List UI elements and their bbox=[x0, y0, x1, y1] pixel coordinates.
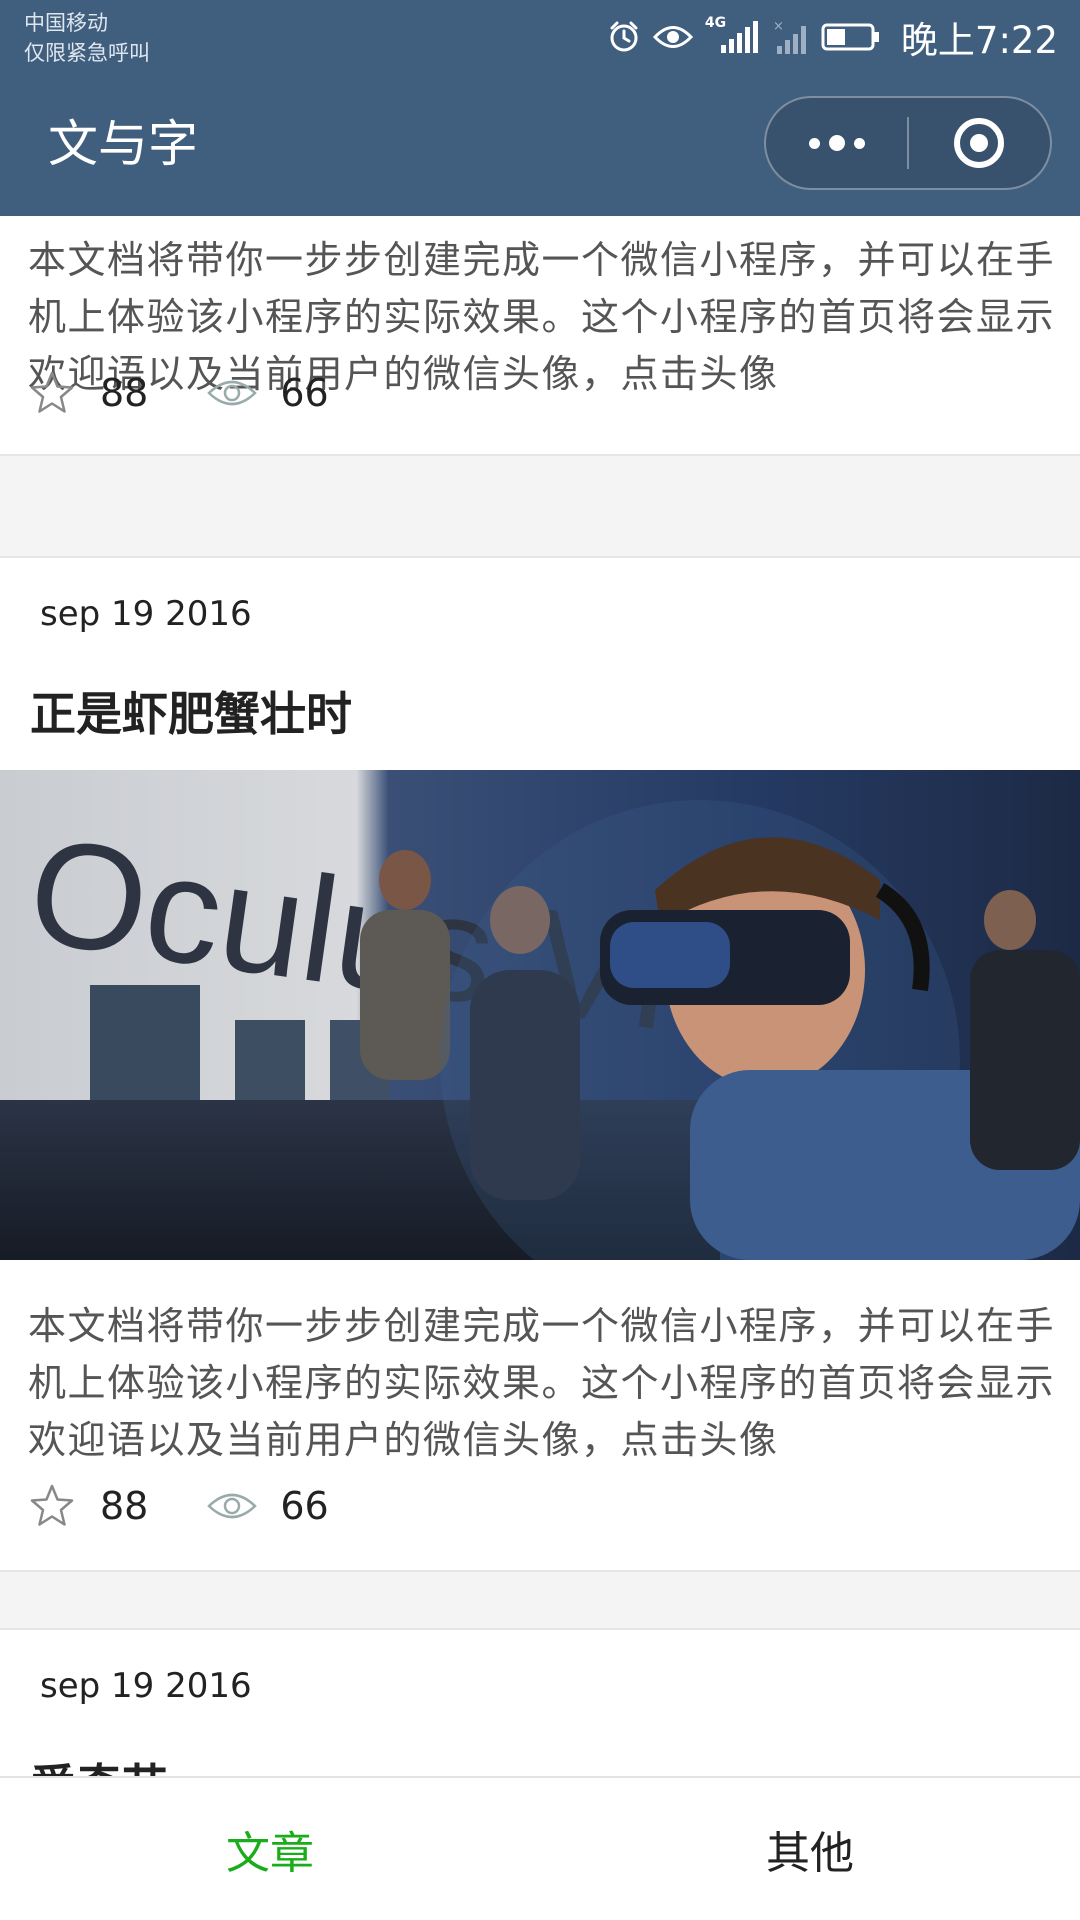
alarm-icon bbox=[610, 21, 638, 52]
signal-icon: 4G bbox=[705, 15, 761, 57]
article-excerpt: 本文档将带你一步步创建完成一个微信小程序，并可以在手机上体验该小程序的实际效果。… bbox=[28, 1304, 1056, 1462]
battery-icon bbox=[821, 23, 879, 51]
more-dots-icon bbox=[808, 135, 865, 151]
clock: 晚上7:22 bbox=[900, 19, 1058, 62]
tab-articles[interactable]: 文章 bbox=[0, 1778, 540, 1920]
miniprogram-capsule bbox=[764, 96, 1052, 190]
article-title: 正是虾肥蟹壮时 bbox=[30, 687, 352, 741]
star-count: 88 bbox=[100, 371, 149, 415]
view-count: 66 bbox=[280, 371, 329, 415]
tab-bar: 文章 其他 bbox=[0, 1776, 1080, 1920]
article-card[interactable]: sep 19 2016 爱奇艺 bbox=[0, 1628, 1080, 1776]
carrier-status: 仅限紧急呼叫 bbox=[24, 41, 150, 65]
tab-other[interactable]: 其他 bbox=[540, 1778, 1080, 1920]
article-date: sep 19 2016 bbox=[40, 1666, 252, 1706]
eye-comfort-icon bbox=[652, 26, 693, 48]
star-icon[interactable] bbox=[28, 369, 76, 417]
article-stats: 88 66 bbox=[28, 363, 329, 423]
signal-no-sim-icon: × bbox=[773, 19, 806, 54]
nav-bar: 文与字 bbox=[0, 74, 1080, 216]
eye-icon bbox=[207, 380, 258, 406]
target-icon bbox=[954, 118, 1005, 168]
article-cover-image[interactable]: Oculus VR bbox=[0, 770, 1080, 1260]
carrier-name: 中国移动 bbox=[24, 11, 108, 35]
more-button[interactable] bbox=[766, 96, 907, 190]
view-count: 66 bbox=[280, 1484, 329, 1528]
eye-icon bbox=[207, 1493, 258, 1519]
star-count: 88 bbox=[100, 1484, 149, 1528]
article-title: 爱奇艺 bbox=[30, 1750, 168, 1776]
close-miniprogram-button[interactable] bbox=[909, 96, 1050, 190]
article-stats: 88 66 bbox=[28, 1476, 329, 1536]
page-title: 文与字 bbox=[48, 115, 198, 173]
article-date: sep 19 2016 bbox=[40, 594, 252, 634]
article-card[interactable]: 本文档将带你一步步创建完成一个微信小程序，并可以在手机上体验该小程序的实际效果。… bbox=[0, 216, 1080, 456]
status-icons: 4G × 晚上7:22 bbox=[607, 10, 1058, 64]
star-icon[interactable] bbox=[28, 1482, 76, 1530]
status-bar: 中国移动 仅限紧急呼叫 4G × 晚上7:22 bbox=[0, 0, 1080, 74]
carrier-info: 中国移动 仅限紧急呼叫 bbox=[24, 8, 150, 68]
article-card[interactable]: sep 19 2016 正是虾肥蟹壮时 Oculus 本文档将带你一步步创建完成… bbox=[0, 556, 1080, 1572]
article-list[interactable]: 本文档将带你一步步创建完成一个微信小程序，并可以在手机上体验该小程序的实际效果。… bbox=[0, 216, 1080, 1776]
svg-text:×: × bbox=[773, 19, 784, 34]
